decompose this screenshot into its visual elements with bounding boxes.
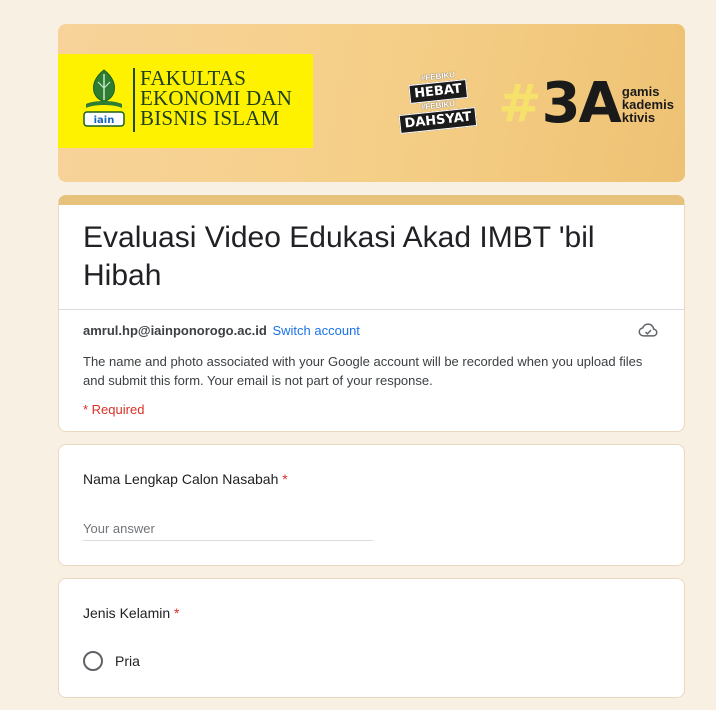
three-a-word-1: gamis [621,83,660,99]
three-a-logo: # 3A gamis kademis ktivis [498,74,674,134]
question-text: Nama Lengkap Calon Nasabah [83,471,279,487]
question-label: Jenis Kelamin * [83,605,660,621]
radio-label: Pria [115,653,140,669]
three-a-word-3: ktivis [621,109,656,125]
faculty-logo: iain FAKULTAS EKONOMI DAN BISNIS ISLAM [58,54,313,148]
three-a-word-2: kademis [621,96,674,112]
switch-account-link[interactable]: Switch account [272,323,359,338]
question-text: Jenis Kelamin [83,605,171,621]
faculty-name-line-3: BISNIS ISLAM [140,106,280,130]
question-card-gender: Jenis Kelamin * Pria [58,578,685,698]
account-row: amrul.hp@iainponorogo.ac.id Switch accou… [83,322,660,340]
form-title: Evaluasi Video Edukasi Akad IMBT 'bil Hi… [83,221,595,292]
logo-divider [133,68,135,132]
three-a-words: gamis kademis ktivis [622,85,674,124]
faculty-name-line-2: EKONOMI DAN [140,86,293,110]
privacy-notice: The name and photo associated with your … [83,354,643,388]
account-section: amrul.hp@iainponorogo.ac.id Switch accou… [59,310,684,431]
header-banner: iain FAKULTAS EKONOMI DAN BISNIS ISLAM #… [58,24,685,182]
cloud-saved-icon[interactable] [638,322,658,338]
emblem-label: iain [94,115,115,126]
required-asterisk: * [174,605,180,621]
answer-input[interactable] [83,521,373,541]
febiku-hashtag-badge: #FEBIKU HEBAT #FEBIKU DAHSYAT [398,70,478,134]
radio-option-pria[interactable]: Pria [83,651,660,671]
account-email: amrul.hp@iainponorogo.ac.id [83,323,267,338]
title-section: Evaluasi Video Edukasi Akad IMBT 'bil Hi… [59,205,684,310]
faculty-name-line-1: FAKULTAS [140,66,247,90]
iain-emblem-icon: iain [83,69,125,127]
radio-button[interactable] [83,651,103,671]
form-title-card: Evaluasi Video Edukasi Akad IMBT 'bil Hi… [58,195,685,432]
hashtag-dahsyat: DAHSYAT [398,107,478,134]
required-asterisk: * [282,471,288,487]
form-container: iain FAKULTAS EKONOMI DAN BISNIS ISLAM #… [58,24,685,698]
faculty-name: FAKULTAS EKONOMI DAN BISNIS ISLAM [140,66,293,130]
required-note: * Required [83,402,145,417]
three-a-main: 3A [541,71,622,136]
question-card-name: Nama Lengkap Calon Nasabah * [58,444,685,566]
three-a-hash: # [498,74,542,134]
question-label: Nama Lengkap Calon Nasabah * [83,471,660,487]
